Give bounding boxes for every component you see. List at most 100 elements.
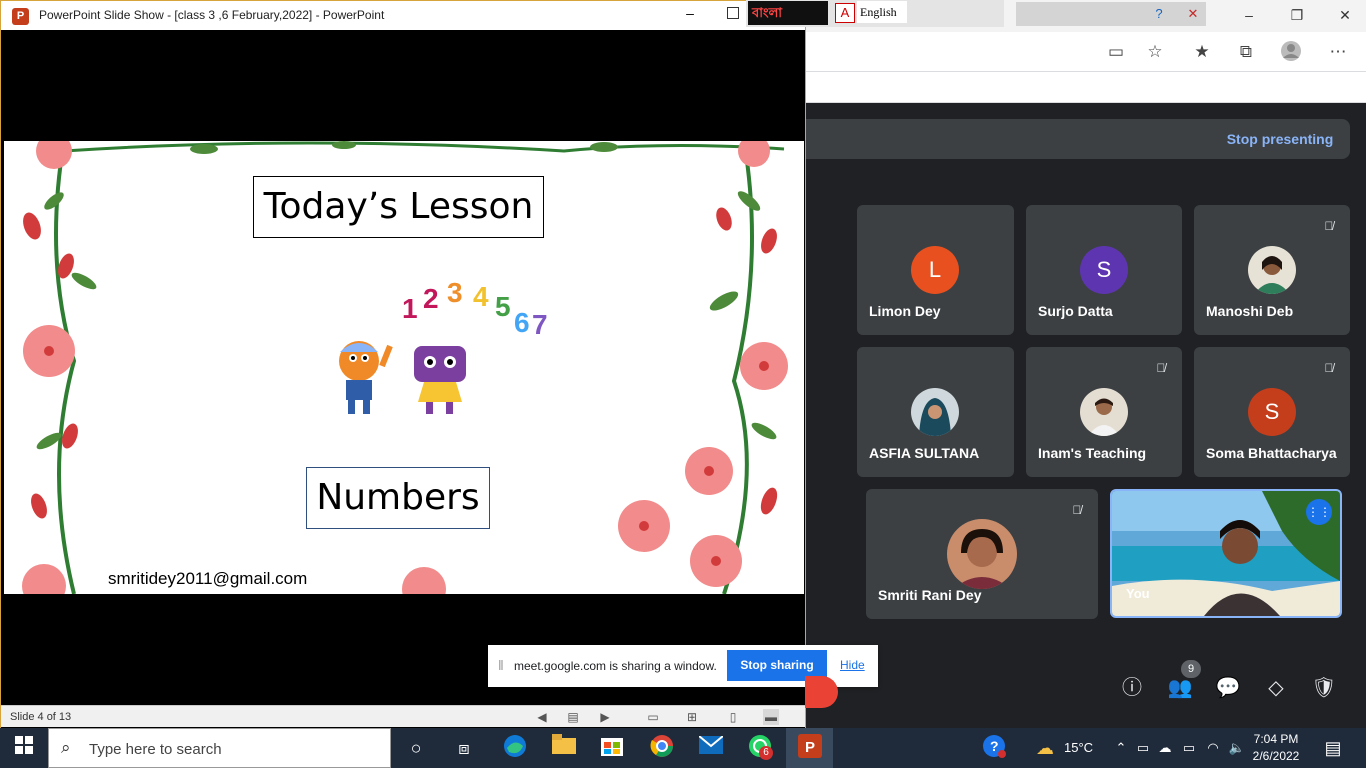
powerpoint-icon[interactable]: P — [795, 734, 825, 762]
edge-icon[interactable] — [500, 734, 530, 762]
participant-tile[interactable]: 🎙̸ Manoshi Deb — [1194, 205, 1350, 335]
clock-date: 2/6/2022 — [1252, 749, 1300, 763]
host-controls-icon[interactable]: 🛡 — [1309, 673, 1339, 703]
notifications-icon[interactable]: ▤ — [1318, 734, 1348, 762]
slide-show-icon[interactable]: ▬ — [763, 709, 779, 725]
normal-view-icon[interactable]: ▭ — [645, 709, 661, 725]
stop-presenting-button[interactable]: Stop presenting — [1210, 119, 1350, 159]
slide-subject: Numbers — [306, 467, 490, 529]
info-icon[interactable]: ⓘ — [1117, 673, 1147, 703]
favorites-icon[interactable]: ★ — [1190, 40, 1214, 64]
profile-icon[interactable] — [1279, 40, 1303, 64]
participant-name: Smriti Rani Dey — [878, 587, 982, 603]
hide-link[interactable]: Hide — [840, 658, 865, 672]
participant-name: Manoshi Deb — [1206, 303, 1294, 319]
svg-text:P: P — [805, 739, 815, 756]
whatsapp-badge: 6 — [759, 746, 773, 760]
help-icon[interactable]: ? — [1148, 4, 1170, 24]
more-options-icon[interactable]: ⋯ — [1326, 40, 1350, 64]
collections-icon[interactable]: ⧉ — [1234, 40, 1258, 64]
toolbar-icons-strip — [1016, 2, 1206, 26]
cartoon-characters-icon — [339, 341, 466, 414]
slide-email: smritidey2011@gmail.com — [108, 569, 308, 588]
search-input: Type here to search — [89, 741, 222, 758]
slide-sorter-icon[interactable]: ⊞ — [684, 709, 700, 725]
microsoft-store-icon[interactable] — [597, 734, 627, 762]
digit: 4 — [473, 281, 489, 312]
avatar: L — [911, 246, 959, 294]
self-view-tile[interactable]: You ⋮⋮ — [1110, 489, 1342, 618]
weather-temperature[interactable]: 15°C — [1064, 740, 1093, 755]
mail-icon[interactable] — [696, 734, 726, 762]
previous-slide-icon[interactable]: ◀ — [534, 709, 550, 725]
participant-name: Soma Bhattacharya — [1206, 445, 1337, 461]
close-icon[interactable]: ✕ — [1182, 4, 1204, 24]
window-title: PowerPoint Slide Show - [class 3 ,6 Febr… — [39, 8, 385, 22]
bangla-language-button[interactable]: বাংলা — [748, 1, 828, 25]
next-slide-icon[interactable]: ▶ — [597, 709, 613, 725]
avatar — [1248, 246, 1296, 294]
slide-heading: Today’s Lesson — [253, 176, 544, 238]
system-clock[interactable]: 7:04 PM 2/6/2022 — [1248, 731, 1304, 765]
avatar: S — [1080, 246, 1128, 294]
chat-icon[interactable]: 💬 — [1213, 673, 1243, 703]
powerpoint-logo-icon: P — [12, 8, 29, 25]
avatar — [947, 519, 1017, 589]
ppt-titlebar: P PowerPoint Slide Show - [class 3 ,6 Fe… — [1, 1, 805, 30]
leave-call-button[interactable] — [805, 676, 838, 708]
share-message: meet.google.com is sharing a window. — [514, 659, 717, 673]
digit: 5 — [495, 291, 511, 322]
minimize-icon[interactable]: – — [1236, 4, 1262, 26]
participant-tile[interactable]: 🎙̸ Inam's Teaching — [1026, 347, 1182, 477]
participant-tile[interactable]: S Surjo Datta — [1026, 205, 1182, 335]
avatar — [1080, 388, 1128, 436]
digit: 3 — [447, 277, 463, 308]
participant-name: Inam's Teaching — [1038, 445, 1147, 461]
help-notification-icon[interactable]: ? — [979, 734, 1009, 762]
avatar — [911, 388, 959, 436]
reading-view-icon[interactable]: ▯ — [725, 709, 741, 725]
mic-off-icon: 🎙̸ — [1156, 361, 1166, 375]
clock-time: 7:04 PM — [1253, 732, 1299, 746]
taskbar-search[interactable]: ⌕ Type here to search — [48, 728, 391, 768]
svg-text:?: ? — [990, 738, 999, 754]
file-explorer-icon[interactable] — [549, 734, 579, 762]
participant-tile[interactable]: ASFIA SULTANA — [857, 347, 1014, 477]
windows-start-icon[interactable] — [9, 734, 39, 762]
participant-name: Surjo Datta — [1038, 303, 1113, 319]
digit: 6 — [514, 307, 530, 338]
self-label: You — [1126, 586, 1150, 601]
participant-name: ASFIA SULTANA — [869, 445, 980, 461]
search-icon: ⌕ — [61, 738, 71, 757]
slide-menu-icon[interactable]: ▤ — [565, 709, 581, 725]
digit: 2 — [423, 283, 439, 314]
avatar: S — [1248, 388, 1296, 436]
maximize-icon[interactable] — [727, 7, 739, 19]
drag-handle-icon[interactable]: ‖ — [498, 657, 504, 673]
slide-counter: Slide 4 of 13 — [10, 711, 72, 723]
task-view-circle-icon[interactable]: ○ — [401, 734, 431, 762]
weather-icon[interactable]: ☁ — [1030, 734, 1060, 762]
slide-canvas: Today’s Lesson 1 2 3 4 5 6 7 Numbers smr… — [4, 141, 804, 594]
digit: 1 — [402, 293, 418, 324]
camera-icon[interactable]: ▭ — [1104, 40, 1128, 64]
browser-bookmarks-bar — [805, 72, 1366, 103]
participant-tile[interactable]: L Limon Dey — [857, 205, 1014, 335]
chrome-icon[interactable] — [647, 734, 677, 762]
restore-icon[interactable]: ❐ — [1284, 4, 1310, 26]
participant-tile[interactable]: 🎙̸ Smriti Rani Dey — [866, 489, 1098, 619]
participant-name: Limon Dey — [869, 303, 941, 319]
activities-icon[interactable]: ◇ — [1261, 673, 1291, 703]
mic-off-icon: 🎙̸ — [1072, 503, 1082, 517]
minimize-icon[interactable]: – — [681, 5, 699, 25]
english-language-button[interactable]: English — [857, 1, 907, 23]
add-favorite-icon[interactable]: ☆ — [1143, 40, 1167, 64]
ppt-status-bar: Slide 4 of 13 ◀ ▤ ▶ ▭ ⊞ ▯ ▬ — [1, 705, 805, 727]
participant-tile[interactable]: 🎙̸ S Soma Bhattacharya — [1194, 347, 1350, 477]
close-icon[interactable]: ✕ — [1332, 4, 1358, 26]
task-view-icon[interactable]: ⧈ — [449, 734, 479, 762]
mic-off-icon: 🎙̸ — [1324, 361, 1334, 375]
people-count-badge: 9 — [1181, 660, 1201, 678]
digit: 7 — [532, 309, 548, 340]
acrobat-icon[interactable]: A — [835, 3, 855, 23]
